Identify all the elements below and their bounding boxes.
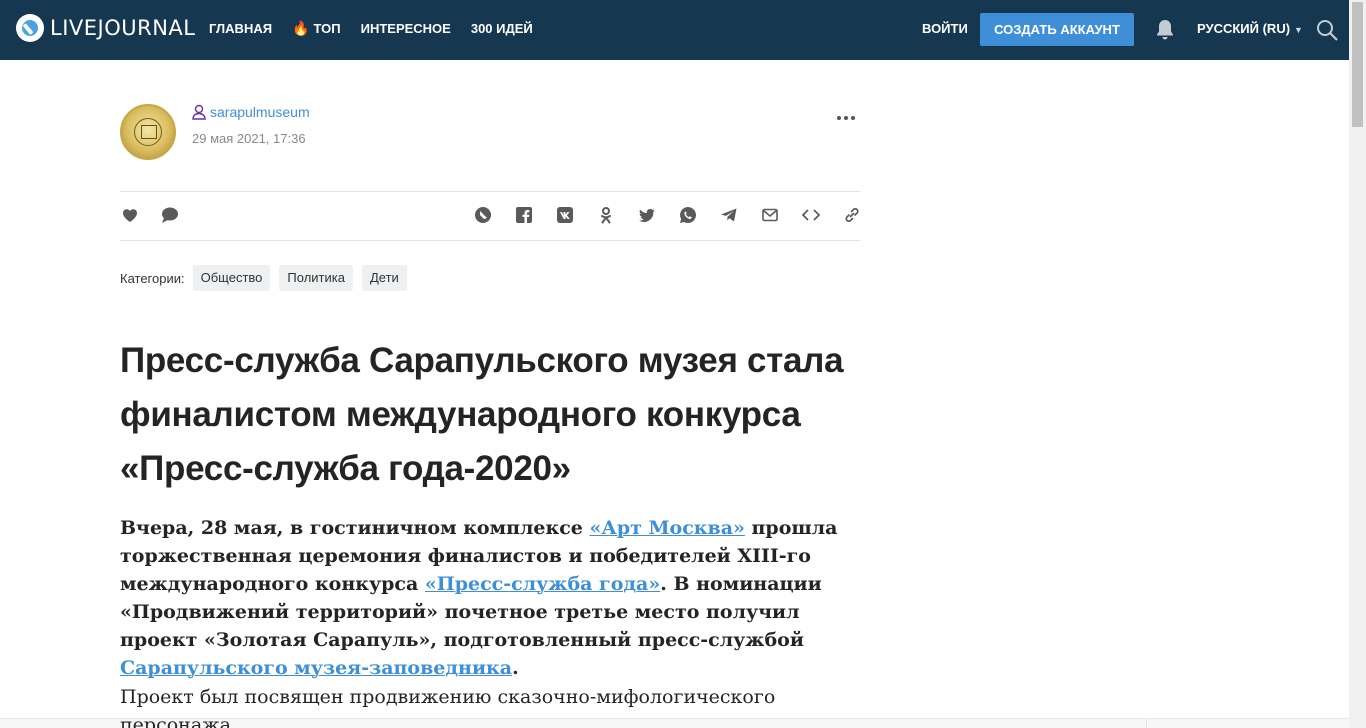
heart-icon[interactable] <box>120 205 140 225</box>
link-sarapul-museum[interactable]: Сарапульского музея-заповедника <box>120 657 512 679</box>
vk-icon[interactable] <box>555 205 575 225</box>
dot-icon <box>851 116 855 120</box>
post-title: Пресс-служба Сарапульского музея стала ф… <box>120 341 844 488</box>
odnoklassniki-icon[interactable] <box>596 205 616 225</box>
post-date: 29 мая 2021, 17:36 <box>192 131 306 146</box>
create-account-button[interactable]: СОЗДАТЬ АККАУНТ <box>980 13 1134 46</box>
nav-top[interactable]: 🔥 ТОП <box>292 20 341 37</box>
twitter-icon[interactable] <box>637 205 657 225</box>
post-actions-bar <box>120 205 860 227</box>
link-art-moskva[interactable]: «Арт Москва» <box>589 517 744 539</box>
search-icon[interactable] <box>1315 18 1339 42</box>
login-link[interactable]: ВОЙТИ <box>922 21 968 36</box>
scrollbar-divider <box>1146 719 1147 728</box>
author-username[interactable]: sarapulmuseum <box>210 104 310 120</box>
copy-link-icon[interactable] <box>842 205 862 225</box>
nav-interesting[interactable]: ИНТЕРЕСНОЕ <box>361 20 451 37</box>
nav-home[interactable]: ГЛАВНАЯ <box>209 20 272 37</box>
user-icon <box>192 104 206 120</box>
museum-emblem-icon <box>134 118 162 146</box>
livejournal-logo[interactable]: LIVEJOURNAL <box>16 14 196 42</box>
more-options-button[interactable] <box>837 110 857 126</box>
scrollbar-thumb[interactable] <box>1352 2 1363 127</box>
telegram-icon[interactable] <box>719 205 739 225</box>
whatsapp-icon[interactable] <box>678 205 698 225</box>
categories-row: Категории: Общество Политика Дети <box>120 265 416 291</box>
post-lead-paragraph: Вчера, 28 мая, в гостиничном комплексе «… <box>120 514 865 682</box>
embed-code-icon[interactable] <box>801 205 821 225</box>
top-navigation-bar: LIVEJOURNAL ГЛАВНАЯ 🔥 ТОП ИНТЕРЕСНОЕ 300 … <box>0 0 1349 60</box>
category-tag-politics[interactable]: Политика <box>279 265 353 291</box>
nav-300-ideas[interactable]: 300 ИДЕЙ <box>471 20 533 37</box>
email-icon[interactable] <box>760 205 780 225</box>
author-row: sarapulmuseum <box>192 104 310 120</box>
dot-icon <box>844 116 848 120</box>
nav-top-label: ТОП <box>313 21 341 36</box>
dot-icon <box>837 116 841 120</box>
author-avatar[interactable] <box>120 104 176 160</box>
facebook-icon[interactable] <box>514 205 534 225</box>
language-label: РУССКИЙ (RU) <box>1197 21 1291 36</box>
lead-text: Вчера, 28 мая, в гостиничном комплексе <box>120 517 590 539</box>
livejournal-logo-icon <box>16 14 44 42</box>
comment-icon[interactable] <box>160 205 180 225</box>
main-nav: ГЛАВНАЯ 🔥 ТОП ИНТЕРЕСНОЕ 300 ИДЕЙ <box>209 20 553 37</box>
lead-text: . <box>512 657 519 679</box>
category-tag-children[interactable]: Дети <box>361 265 407 291</box>
bell-icon[interactable] <box>1155 19 1175 41</box>
divider-bottom <box>120 240 860 241</box>
post-body-paragraph: Проект был посвящен продвижению сказочно… <box>120 686 776 728</box>
fire-icon: 🔥 <box>292 20 310 36</box>
caret-down-icon: ▼ <box>1294 25 1303 35</box>
category-tag-society[interactable]: Общество <box>192 265 271 291</box>
language-selector[interactable]: РУССКИЙ (RU) ▼ <box>1197 21 1303 36</box>
divider-top <box>120 191 860 192</box>
link-press-service-of-year[interactable]: «Пресс-служба года» <box>425 573 660 595</box>
logo-text: LIVEJOURNAL <box>50 16 196 40</box>
categories-label: Категории: <box>120 270 185 286</box>
vertical-scrollbar[interactable] <box>1349 0 1366 728</box>
livejournal-share-icon[interactable] <box>473 205 493 225</box>
